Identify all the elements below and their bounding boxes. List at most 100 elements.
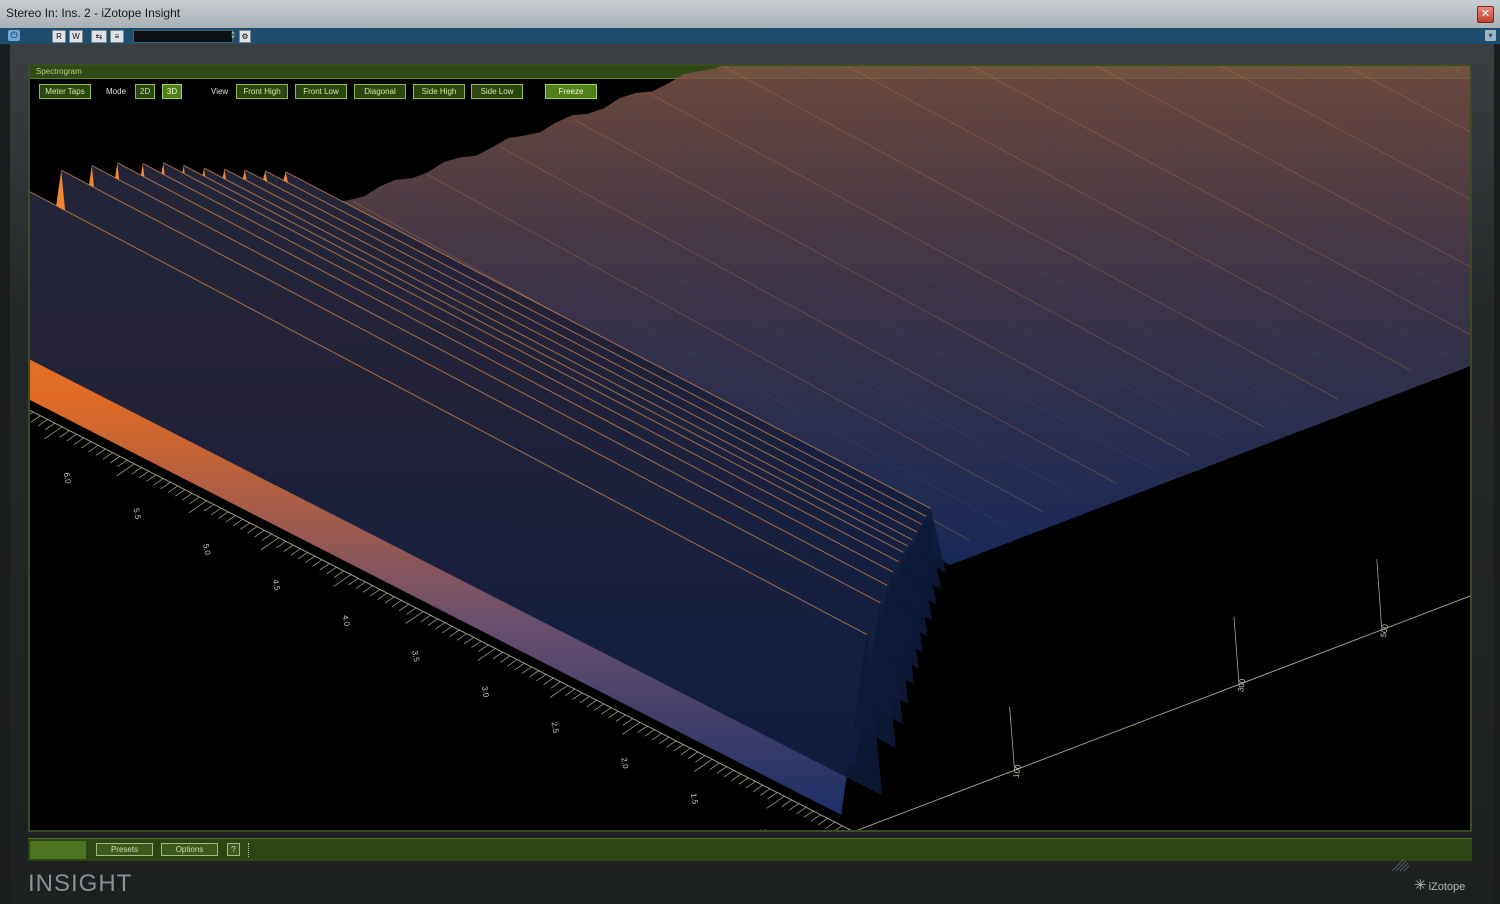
time-axis-label: 1.5 [689,792,700,805]
time-axis-tick [160,481,171,490]
time-axis-tick [500,655,511,663]
time-axis-tick [723,770,735,778]
time-axis-tick [471,640,482,649]
bypass-button[interactable]: ⇆ [91,30,107,43]
view-diagonal-button[interactable]: Diagonal [354,84,406,99]
time-axis-tick [232,518,243,527]
mode-3d-button[interactable]: 3D [162,84,182,99]
freq-axis-label: 300 [1236,677,1247,692]
view-side-high-button[interactable]: Side High [413,84,465,99]
presets-button[interactable]: Presets [96,843,153,856]
view-side-low-button[interactable]: Side Low [471,84,523,99]
time-axis-tick [752,784,763,793]
time-axis-tick [572,692,583,700]
meter-taps-button[interactable]: Meter Taps [39,84,91,99]
time-axis-tick [240,522,251,530]
spectrogram-3d-view[interactable]: 6.56.05.55.04.54.03.53.02.52.01.51.00.5 … [30,66,1470,830]
mode-label: Mode [106,87,127,96]
time-axis-tick [449,629,460,637]
time-axis-tick [514,662,525,671]
time-axis-tick [377,592,388,600]
options-button[interactable]: Options [161,843,218,856]
view-front-high-button[interactable]: Front High [236,84,288,99]
time-axis-tick [521,666,532,674]
time-axis-tick [796,806,807,815]
time-axis-tick [305,555,316,564]
time-axis-tick [348,577,359,586]
time-axis-tick [81,441,92,449]
view-front-low-button[interactable]: Front Low [295,84,347,99]
time-axis-tick [666,740,677,748]
time-axis-tick [528,670,539,678]
time-axis-label: 5.5 [132,507,143,520]
time-axis-tick [442,625,453,634]
time-axis-tick [803,810,814,818]
time-axis-tick [738,777,749,785]
time-axis-tick [189,496,200,504]
time-axis-tick [536,673,547,682]
time-axis-label: 5.0 [201,543,212,556]
gear-icon[interactable]: ⚙ [239,30,251,43]
time-axis-tick [716,766,727,774]
time-axis-tick [384,596,395,604]
time-axis-label: 2.5 [550,721,561,734]
time-axis-tick [73,437,84,445]
time-axis-tick [825,821,836,829]
status-indicator [30,841,86,859]
time-axis-tick [810,814,821,822]
time-axis-label: 4.5 [271,579,282,592]
time-axis-tick [146,474,157,482]
time-axis-tick [398,603,409,612]
host-menu-icon[interactable]: ▾ [1485,30,1496,41]
time-axis-tick [709,762,720,770]
time-axis-tick [406,607,417,615]
time-axis-tick [362,585,373,593]
power-icon[interactable]: ⏻ [8,30,20,41]
read-automation-button[interactable]: R [52,30,66,43]
mode-2d-button[interactable]: 2D [135,84,155,99]
freq-axis-label: 500 [1379,623,1390,638]
preset-field[interactable] [133,30,233,43]
time-axis-tick [326,566,337,575]
time-axis-tick [225,515,236,523]
time-axis-tick [463,637,474,645]
help-button[interactable]: ? [227,843,240,856]
time-axis-tick [283,544,294,552]
time-axis-tick [109,456,121,464]
preset-stepper-icon[interactable]: ▴ ▾ [229,29,237,41]
resize-grip-icon[interactable] [1390,856,1410,872]
window-title: Stereo In: Ins. 2 - iZotope Insight [6,6,181,20]
time-axis-tick [66,433,77,442]
view-label: View [211,87,229,96]
time-axis-tick [601,707,612,715]
time-axis-tick [579,696,590,704]
time-axis-tick [276,541,287,549]
close-button[interactable]: ✕ [1477,6,1494,23]
preset-browser-button[interactable]: ≡ [110,30,124,43]
time-axis-tick [355,581,366,589]
time-axis-tick [211,507,222,516]
time-axis-tick [312,559,323,567]
time-axis-tick [658,736,670,745]
write-automation-button[interactable]: W [69,30,83,43]
time-axis-tick [297,552,308,560]
time-axis-tick [30,411,34,415]
time-axis-tick [695,755,706,763]
time-axis-tick [456,633,467,641]
time-axis-tick [175,489,186,497]
time-axis-tick [637,725,648,733]
time-axis-tick [247,526,258,534]
freeze-button[interactable]: Freeze [545,84,597,99]
time-axis-label: 3.0 [480,686,491,699]
time-axis-label: 6.0 [62,472,73,485]
izotope-mark-icon: ✳ [1414,877,1427,894]
time-axis-tick [427,618,438,626]
time-axis-label: 1.0 [759,828,770,830]
time-axis-tick [760,788,771,796]
time-axis-tick [817,818,828,826]
time-axis-tick [261,533,272,541]
time-axis-tick [37,419,48,427]
time-axis-tick [167,485,178,493]
time-axis-tick [182,492,193,501]
time-axis-tick [644,729,655,737]
